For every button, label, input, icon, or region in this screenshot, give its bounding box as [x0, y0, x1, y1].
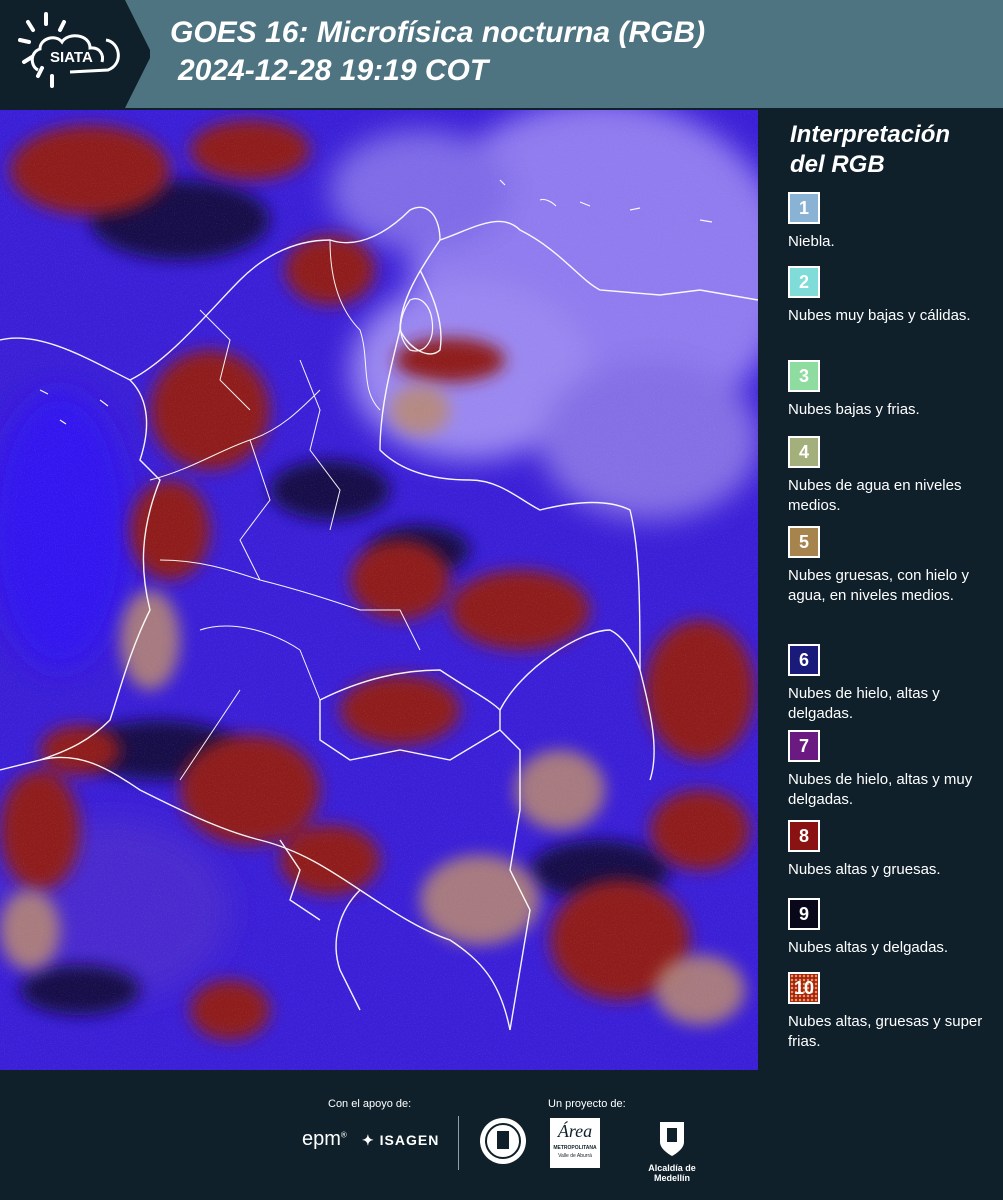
legend-swatch: 8 [788, 820, 820, 852]
svg-text:SIATA: SIATA [50, 49, 93, 66]
isagen-logo: ✦ ISAGEN [362, 1132, 440, 1148]
legend-description: Nubes gruesas, con hielo y agua, en nive… [788, 567, 969, 604]
epm-logo: epm® [302, 1128, 347, 1150]
legend-description: Nubes bajas y frias. [788, 401, 920, 418]
legend-item-8: 8 Nubes altas y gruesas. [788, 820, 993, 880]
legend-swatch: 9 [788, 898, 820, 930]
title-product: GOES 16: Microfísica nocturna (RGB) [170, 16, 706, 49]
legend-item-10: 10 Nubes altas, gruesas y super frias. [788, 972, 993, 1052]
siata-logo: SIATA [0, 0, 152, 108]
legend-swatch: 3 [788, 360, 820, 392]
legend-item-2: 2 Nubes muy bajas y cálidas. [788, 266, 993, 326]
page-title: GOES 16: Microfísica nocturna (RGB) 2024… [170, 14, 705, 90]
legend-item-7: 7 Nubes de hielo, altas y muy delgadas. [788, 730, 993, 810]
support-label: Con el apoyo de: [328, 1098, 412, 1110]
legend-swatch: 7 [788, 730, 820, 762]
legend-swatch: 4 [788, 436, 820, 468]
legend-swatch: 5 [788, 526, 820, 558]
legend-description: Nubes de agua en niveles medios. [788, 477, 962, 514]
legend-item-1: 1 Niebla. [788, 192, 993, 252]
legend-item-3: 3 Nubes bajas y frias. [788, 360, 993, 420]
legend-description: Niebla. [788, 233, 835, 250]
footer-divider [458, 1116, 459, 1170]
legend-item-9: 9 Nubes altas y delgadas. [788, 898, 993, 958]
coat-of-arms-icon [660, 1122, 684, 1156]
legend-description: Nubes de hielo, altas y delgadas. [788, 685, 940, 722]
title-timestamp: 2024-12-28 19:19 COT [178, 54, 489, 87]
legend-description: Nubes muy bajas y cálidas. [788, 307, 971, 324]
legend-panel: Interpretación del RGB 1 Niebla. 2 Nubes mu… [762, 110, 1003, 1070]
alcaldia-medellin-logo: Alcaldía de Medellín [632, 1118, 712, 1183]
legend-swatch: 1 [788, 192, 820, 224]
satellite-map [0, 110, 758, 1070]
legend-swatch: 10 [788, 972, 820, 1004]
footer-sponsors: Con el apoyo de: Un proyecto de: epm® ✦ … [0, 1070, 1003, 1200]
legend-description: Nubes altas y delgadas. [788, 939, 949, 956]
header-bar: SIATA GOES 16: Microfísica nocturna (RGB… [0, 0, 1003, 108]
legend-description: Nubes de hielo, altas y muy delgadas. [788, 771, 973, 808]
legend-item-4: 4 Nubes de agua en niveles medios. [788, 436, 993, 516]
legend-item-5: 5 Nubes gruesas, con hielo y agua, en niv… [788, 526, 993, 606]
legend-description: Nubes altas, gruesas y super frias. [788, 1013, 983, 1050]
area-metropolitana-logo: Área METROPOLITANA Valle de Aburrá [550, 1118, 600, 1168]
isagen-icon: ✦ [362, 1132, 375, 1148]
project-label: Un proyecto de: [548, 1098, 626, 1110]
legend-title: Interpretación del RGB [790, 121, 951, 178]
satellite-imagery [0, 110, 758, 1070]
legend-swatch: 2 [788, 266, 820, 298]
legend-swatch: 6 [788, 644, 820, 676]
legend-item-6: 6 Nubes de hielo, altas y delgadas. [788, 644, 993, 724]
medellin-seal-logo [478, 1116, 528, 1171]
legend-description: Nubes altas y gruesas. [788, 861, 941, 878]
